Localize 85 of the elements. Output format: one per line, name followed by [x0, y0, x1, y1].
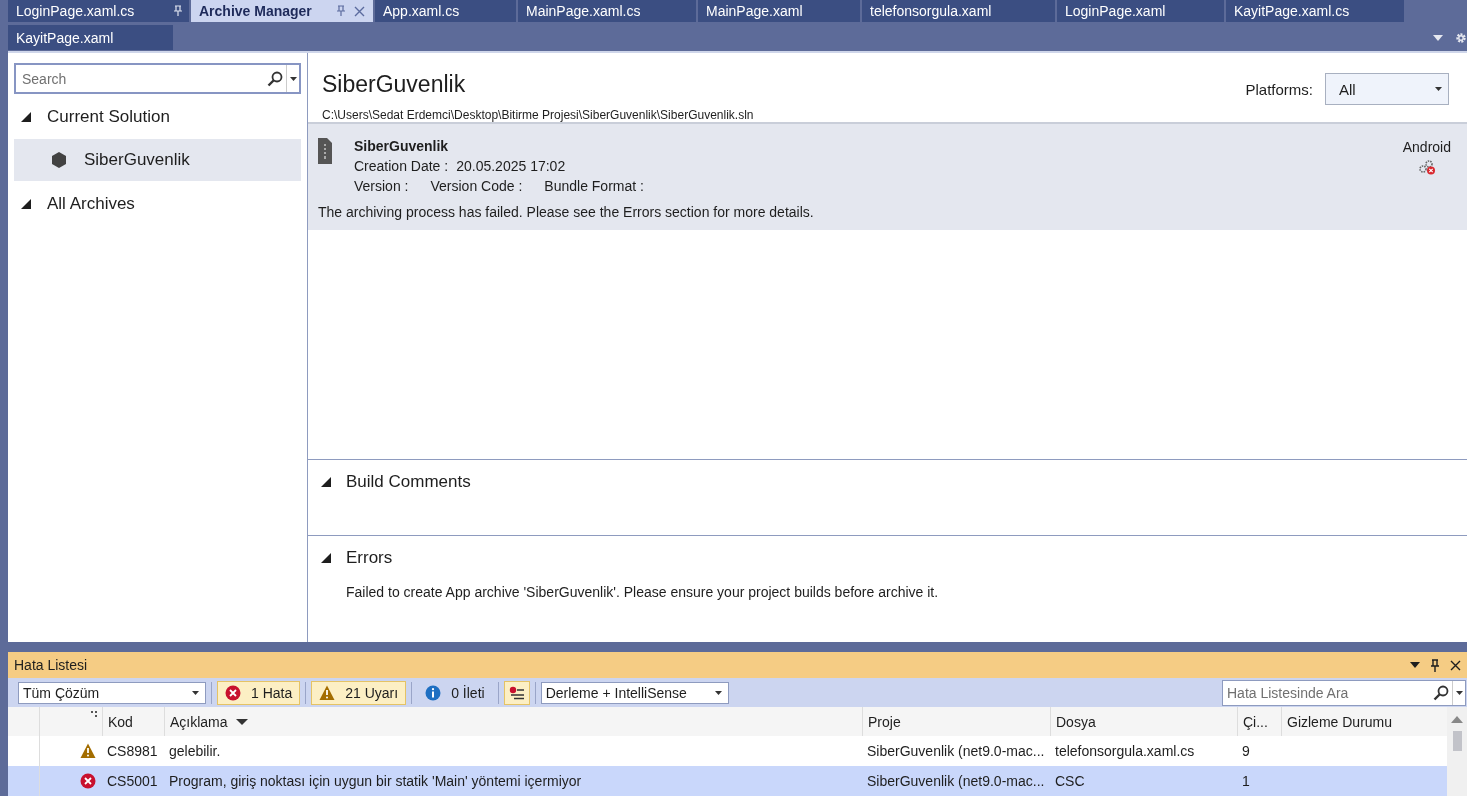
scroll-up-icon — [1451, 716, 1463, 723]
column-header[interactable]: Açıklama — [164, 707, 862, 736]
caret-icon — [1435, 87, 1442, 91]
column-header[interactable]: Çi... — [1237, 707, 1281, 736]
creation-date-value: 20.05.2025 17:02 — [456, 157, 566, 176]
panel-title: Hata Listesi — [14, 657, 88, 674]
filter-toggle-button[interactable] — [503, 680, 530, 705]
document-tab[interactable]: LoginPage.xaml — [1057, 0, 1224, 22]
table-cell-text: CS5001 — [106, 772, 159, 791]
solution-title: SiberGuvenlik — [322, 71, 467, 98]
error-filter-icon — [508, 685, 525, 700]
search-field[interactable]: Search — [14, 63, 301, 94]
caret-icon — [714, 690, 722, 695]
table-cell-text: SiberGuvenlik (net9.0-mac... — [866, 772, 1046, 791]
archive-name: SiberGuvenlik — [354, 137, 450, 156]
table-cell-text: telefonsorgula.xaml.cs — [1054, 742, 1196, 761]
section-title[interactable]: Errors — [346, 548, 393, 568]
document-tab[interactable]: KayitPage.xaml — [8, 25, 173, 50]
table-cell-text: 1 — [1241, 772, 1251, 791]
column-header[interactable]: Dosya — [1050, 707, 1237, 736]
document-tab[interactable]: telefonsorgula.xaml — [862, 0, 1055, 22]
column-chooser-icon — [91, 711, 97, 717]
document-tab[interactable]: App.xaml.cs — [375, 0, 516, 22]
settings-icon — [1455, 32, 1467, 44]
table-cell-text: Program, giriş noktası için uygun bir statik 'Main' yöntemi içermiyor — [168, 772, 583, 791]
error-icon — [225, 684, 241, 701]
pin-icon — [1430, 658, 1440, 672]
warning-icon — [319, 684, 336, 701]
sort-descending-icon — [235, 718, 248, 725]
platform-name: Android — [1402, 139, 1451, 155]
search-icon — [267, 70, 283, 87]
caret-icon — [192, 690, 199, 695]
platforms-label: Platforms: — [1245, 81, 1313, 98]
document-tab[interactable]: KayitPage.xaml.cs — [1226, 0, 1404, 22]
version-code-label: Version Code : — [430, 177, 523, 196]
gears-error-icon — [1417, 159, 1436, 175]
column-header[interactable]: Kod — [102, 707, 164, 736]
document-tab[interactable]: MainPage.xaml.cs — [518, 0, 696, 22]
table-cell-text: CSC — [1054, 772, 1086, 791]
search-input[interactable]: Search — [16, 69, 267, 88]
search-icon — [1433, 684, 1449, 701]
version-label: Version : — [354, 177, 409, 196]
search-field[interactable]: Hata Listesinde Ara — [1222, 679, 1466, 706]
filter-button[interactable]: 21 Uyarı — [311, 680, 407, 705]
filter-button[interactable]: 0 İleti — [417, 680, 493, 705]
tree-group-label[interactable]: Current Solution — [47, 106, 170, 127]
document-tab[interactable]: Archive Manager — [191, 0, 373, 22]
section-title[interactable]: Build Comments — [346, 472, 471, 492]
hexagon-icon — [50, 151, 68, 169]
dropdown-icon — [1410, 662, 1420, 669]
error-row[interactable]: CS5001 Program, giriş noktası için uygun bir statik 'Main' yöntemi içermiyor SiberGuvenlik (net9.0-mac... CSC 1 — [8, 766, 1447, 796]
scrollbar-thumb[interactable] — [1452, 731, 1462, 751]
close-icon — [1450, 659, 1461, 671]
document-tab[interactable]: MainPage.xaml — [698, 0, 860, 22]
archive-status-message: The archiving process has failed. Please see the Errors section for more details. — [318, 204, 815, 220]
table-cell-text: CS8981 — [106, 742, 159, 761]
document-tab[interactable]: LoginPage.xaml.cs — [8, 0, 189, 22]
zip-file-icon — [318, 138, 332, 164]
solution-path: C:\Users\Sedat Erdemci\Desktop\Bitirme Projesi\SiberGuvenlik\SiberGuvenlik.sln — [322, 108, 754, 122]
warning-icon — [80, 743, 96, 759]
table-cell-text: SiberGuvenlik (net9.0-mac... — [866, 742, 1046, 761]
tree-item[interactable]: SiberGuvenlik — [14, 139, 301, 181]
archive-row[interactable]: SiberGuvenlik Creation Date : 20.05.2025 17:02 Version : Version Code : Bundle Format : Android The archiving process has failed. Please see the Errors section for more details. — [308, 124, 1467, 230]
scope-dropdown[interactable]: Tüm Çözüm — [18, 681, 206, 704]
build-filter-dropdown[interactable]: Derleme + IntelliSense — [540, 681, 729, 704]
platforms-dropdown[interactable]: All — [1325, 73, 1449, 105]
search-input[interactable]: Hata Listesinde Ara — [1223, 683, 1433, 702]
scrollbar[interactable] — [1447, 707, 1467, 796]
close-icon — [354, 5, 365, 17]
creation-date-label: Creation Date : — [354, 157, 449, 176]
table-cell-text: 9 — [1241, 742, 1251, 761]
caret-icon — [289, 76, 297, 81]
dropdown-button[interactable] — [1452, 680, 1465, 705]
caret-icon — [1455, 690, 1463, 695]
error-message: Failed to create App archive 'SiberGuvenlik'. Please ensure your project builds before archive it. — [345, 583, 940, 600]
filter-button[interactable]: 1 Hata — [217, 680, 301, 705]
table-cell-text: gelebilir. — [168, 742, 222, 761]
dropdown-button[interactable] — [286, 65, 299, 92]
info-icon — [425, 684, 442, 701]
tree-group-label[interactable]: All Archives — [47, 193, 135, 214]
error-icon — [80, 773, 96, 789]
bundle-format-label: Bundle Format : — [544, 177, 644, 196]
dropdown-icon — [1433, 35, 1443, 41]
column-header[interactable]: Proje — [862, 707, 1050, 736]
column-header[interactable]: Gizleme Durumu — [1281, 707, 1441, 736]
